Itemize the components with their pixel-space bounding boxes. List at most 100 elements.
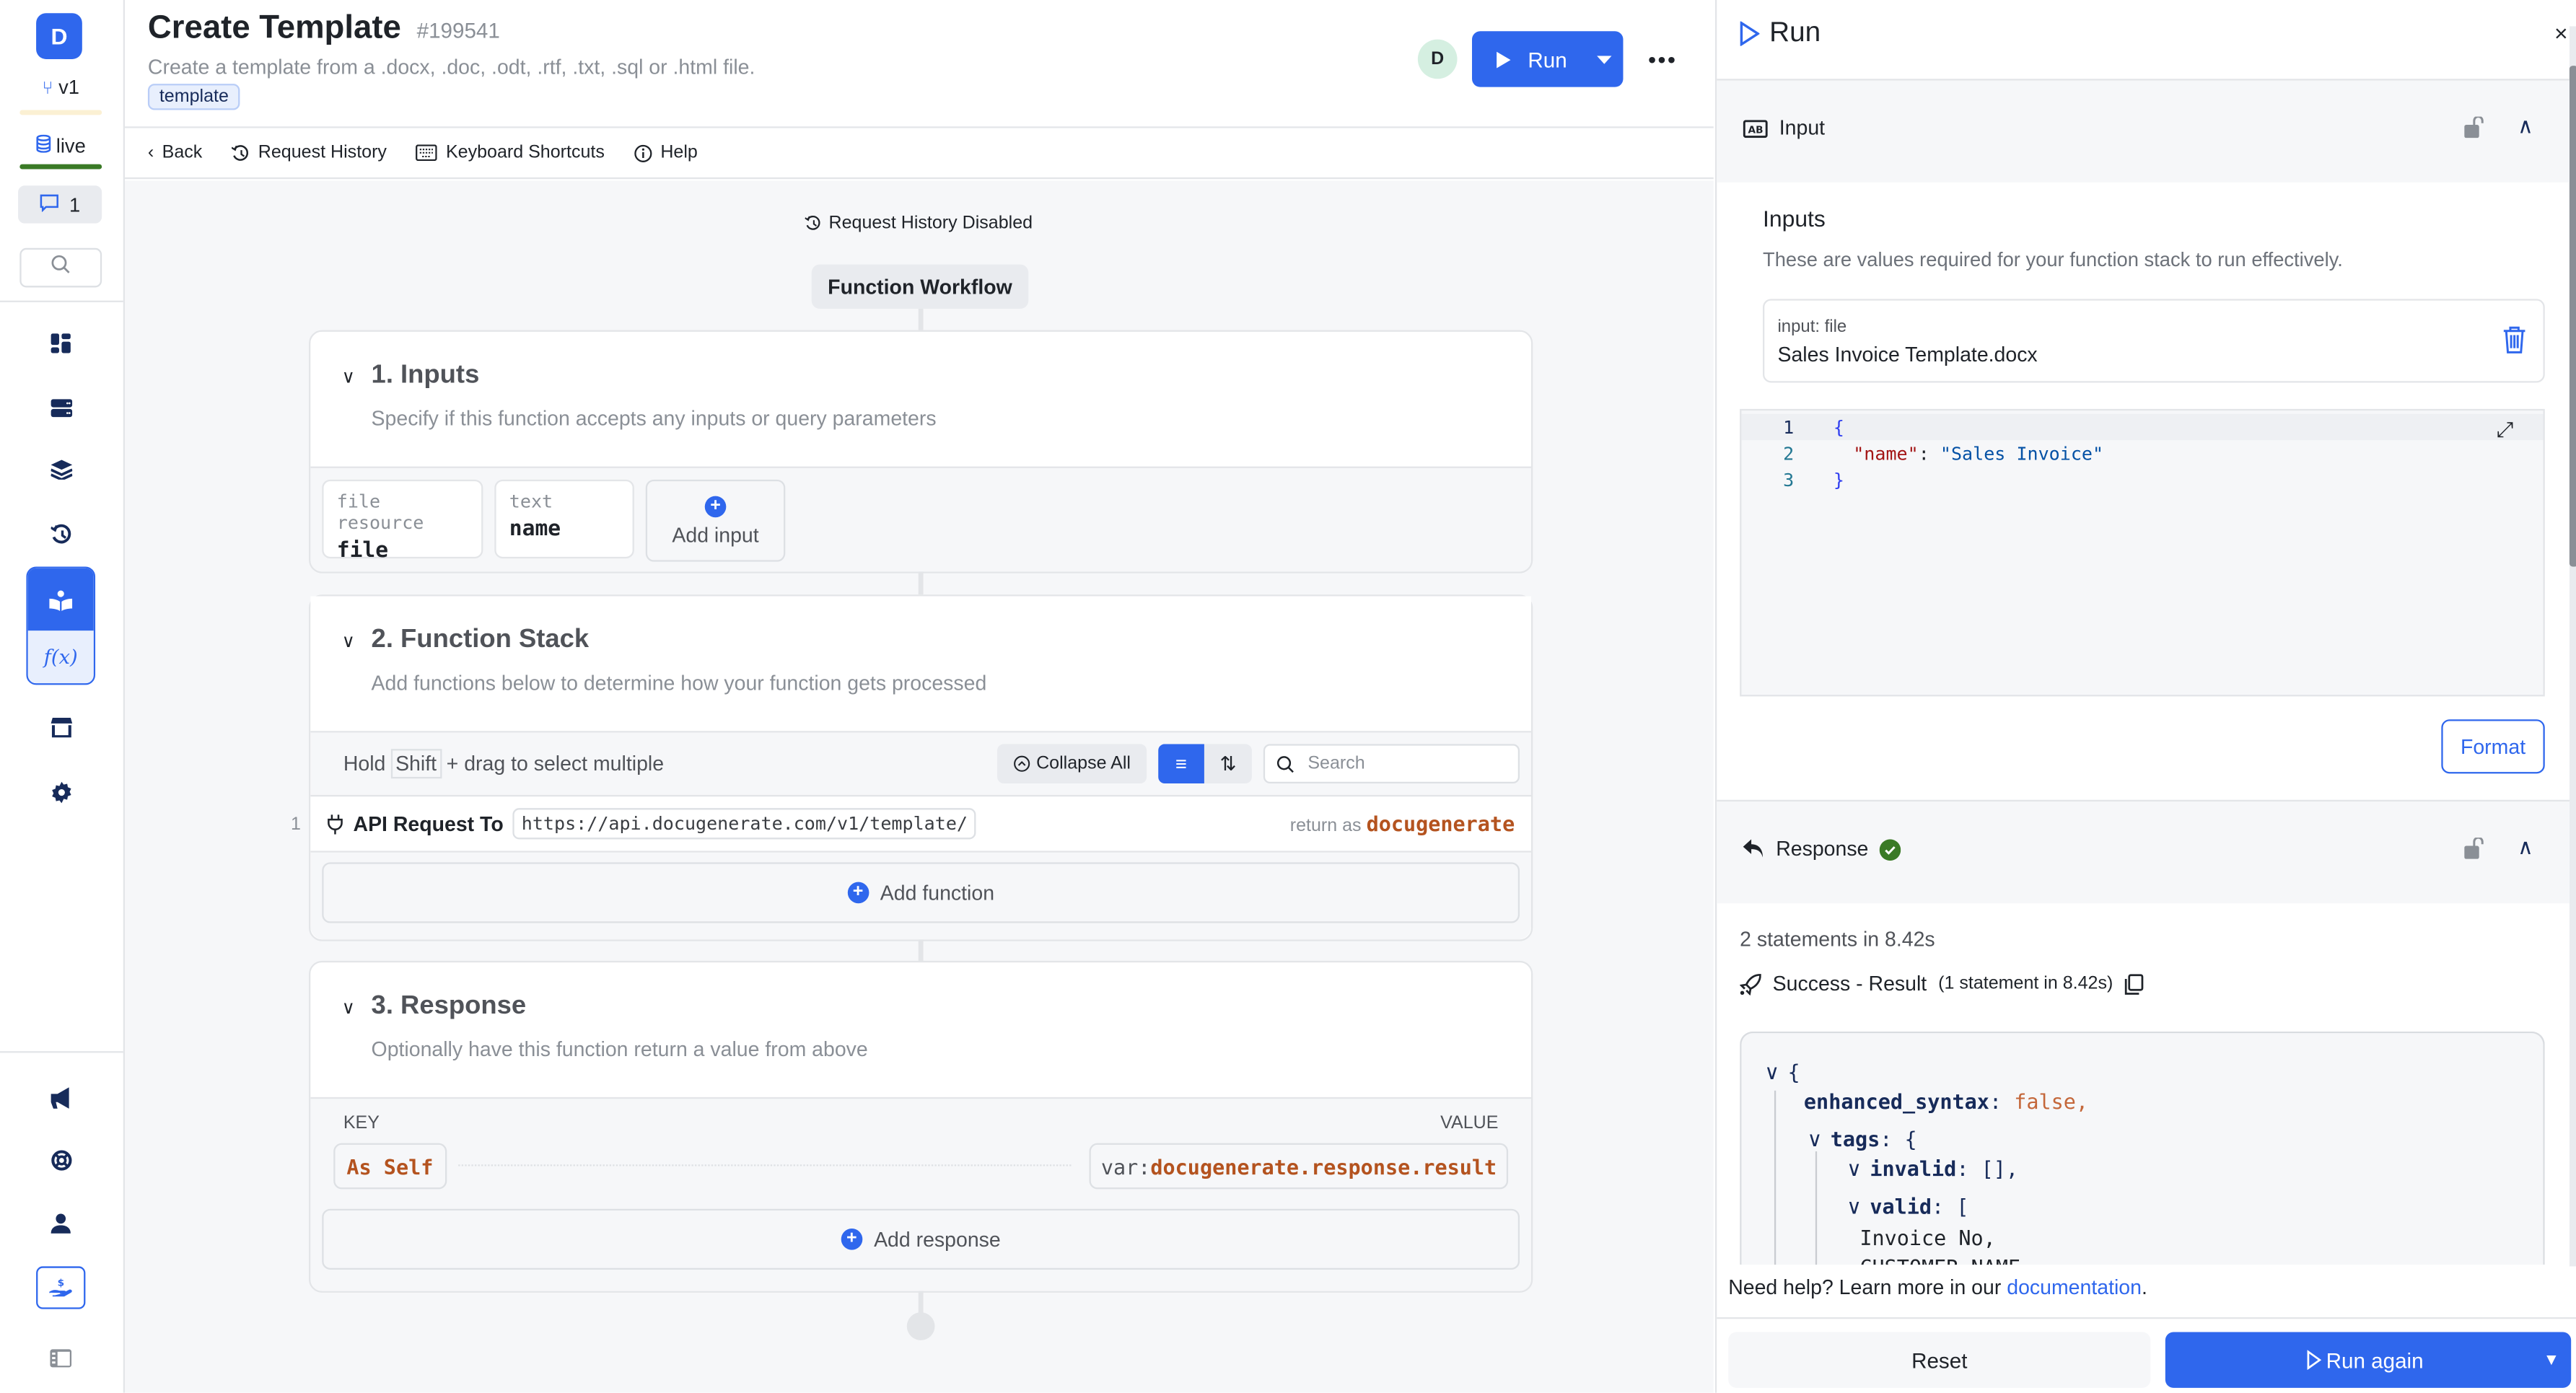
file-input-field[interactable]: input: file Sales Invoice Template.docx xyxy=(1763,299,2545,383)
keyboard-shortcuts-button[interactable]: Keyboard Shortcuts xyxy=(416,143,605,162)
numbered-list-icon[interactable]: ⇅ xyxy=(1204,744,1252,783)
library-icon[interactable] xyxy=(27,568,94,631)
response-value[interactable]: var: docugenerate.response.result xyxy=(1089,1143,1509,1190)
database-icon xyxy=(36,134,56,158)
chevron-down-icon[interactable]: ∨ xyxy=(342,366,355,387)
function-stack-section-header[interactable]: ∨ 2. Function Stack Add functions below … xyxy=(310,596,1531,731)
panel-toggle-icon[interactable] xyxy=(43,1340,79,1376)
unlock-icon[interactable] xyxy=(2464,116,2484,139)
support-icon[interactable] xyxy=(43,1141,79,1177)
chevron-down-icon[interactable]: ∨ xyxy=(1846,1158,1862,1181)
plug-icon xyxy=(328,814,343,834)
copy-icon[interactable] xyxy=(2124,973,2144,995)
run-again-main[interactable]: Run again xyxy=(2165,1348,2532,1372)
user-avatar[interactable]: D xyxy=(1417,39,1458,79)
keyboard-shortcuts-label: Keyboard Shortcuts xyxy=(445,143,605,163)
inputs-section-header[interactable]: ∨ 1. Inputs Specify if this function acc… xyxy=(310,331,1531,467)
search-icon xyxy=(1276,755,1294,773)
page-description: Create a template from a .docx, .doc, .o… xyxy=(147,56,755,79)
response-row[interactable]: As Self var: docugenerate.response.resul… xyxy=(310,1143,1531,1209)
chevron-down-icon[interactable]: ∨ xyxy=(1846,1196,1862,1219)
environment-selector[interactable]: live xyxy=(19,134,102,158)
branch-selector[interactable]: ⑂ v1 xyxy=(19,76,102,99)
json-editor[interactable]: 1 { 2 "name": "Sales Invoice" 3 } ⤢ xyxy=(1740,408,2545,697)
documentation-link[interactable]: documentation xyxy=(2007,1276,2142,1299)
result-line: enhanced_syntax: false, xyxy=(1803,1089,2089,1114)
run-button-main[interactable]: Run xyxy=(1472,31,1584,87)
chevron-down-icon[interactable]: ∨ xyxy=(1807,1128,1822,1151)
expand-icon[interactable]: ⤢ xyxy=(2497,419,2514,444)
layers-icon[interactable] xyxy=(43,452,79,488)
function-search-input[interactable]: Search xyxy=(1263,744,1520,784)
collapse-all-button[interactable]: Collapse All xyxy=(997,744,1147,784)
response-section-header[interactable]: ∨ 3. Response Optionally have this funct… xyxy=(310,962,1531,1097)
result-json-viewer[interactable]: ∨{ enhanced_syntax: false, ∨ tags: { ∨ inv… xyxy=(1740,1031,2545,1265)
workflow-connector xyxy=(918,1291,924,1314)
run-button[interactable]: Run xyxy=(1472,31,1624,87)
trash-icon[interactable] xyxy=(2502,325,2527,355)
comments-button[interactable]: 1 xyxy=(18,185,102,224)
branch-indicator xyxy=(19,110,102,115)
reset-button[interactable]: Reset xyxy=(1728,1332,2151,1388)
list-view-icon[interactable]: ≡ xyxy=(1158,744,1204,784)
response-section-label: Response xyxy=(1776,838,1869,861)
input-chip[interactable]: file resource file xyxy=(322,479,483,563)
run-again-dropdown[interactable]: ▼ xyxy=(2532,1351,2572,1369)
result-line: Invoice No, xyxy=(1859,1225,1996,1250)
result-header: Success - Result (1 statement in 8.42s) xyxy=(1740,972,2144,996)
add-response-button[interactable]: + Add response xyxy=(322,1208,1520,1270)
view-mode-toggle: ≡ ⇅ xyxy=(1158,744,1252,784)
billing-icon[interactable]: $ xyxy=(36,1266,86,1309)
function-icon[interactable]: f(x) xyxy=(27,630,94,684)
function-id: #199541 xyxy=(416,18,500,43)
play-outline-icon xyxy=(2307,1350,2321,1370)
account-icon[interactable] xyxy=(43,1205,79,1242)
page-header: Create Template #199541 Create a templat… xyxy=(125,0,1714,128)
chevron-down-icon[interactable]: ∨ xyxy=(342,630,355,652)
request-history-button[interactable]: Request History xyxy=(232,143,387,162)
dashboard-icon[interactable] xyxy=(43,325,79,361)
database-nav-icon[interactable] xyxy=(43,390,79,426)
marketplace-icon[interactable] xyxy=(43,710,79,746)
chevron-up-icon[interactable]: ∧ xyxy=(2518,113,2533,139)
chevron-up-icon[interactable]: ∧ xyxy=(2518,835,2533,861)
tree-guide xyxy=(1774,1090,1777,1265)
chevron-down-icon[interactable]: ∨ xyxy=(342,997,355,1018)
run-options-dropdown[interactable] xyxy=(1584,31,1624,87)
run-panel-footer: Reset Run again ▼ xyxy=(1717,1317,2576,1393)
settings-icon[interactable] xyxy=(43,773,79,809)
run-button-label: Run xyxy=(1528,46,1567,72)
unlock-icon[interactable] xyxy=(2464,838,2484,859)
response-row-connector xyxy=(458,1164,1072,1166)
input-chip[interactable]: text name xyxy=(494,479,634,559)
run-panel: Run × AB Input ∧ Inputs These are values… xyxy=(1714,0,2576,1393)
close-icon[interactable]: × xyxy=(2554,19,2568,45)
plus-circle-icon: + xyxy=(841,1229,863,1250)
input-section-header[interactable]: AB Input ∧ xyxy=(1717,79,2570,183)
workspace-logo[interactable]: D xyxy=(36,13,82,59)
result-line: ∨{ xyxy=(1764,1059,1800,1084)
help-label: Help xyxy=(660,143,698,163)
history-icon[interactable] xyxy=(43,516,79,552)
add-function-button[interactable]: + Add function xyxy=(322,862,1520,923)
page-toolbar: ‹ Back Request History Keyboard Shortcut… xyxy=(125,128,1714,180)
add-input-button[interactable]: + Add input xyxy=(645,479,786,562)
format-button[interactable]: Format xyxy=(2441,719,2545,774)
function-row[interactable]: 1 API Request To https://api.docugenerat… xyxy=(291,794,1531,853)
tag-badge[interactable]: template xyxy=(147,84,240,110)
result-line: CUSTOMER_NAME, xyxy=(1859,1254,2033,1265)
sidebar-search-button[interactable] xyxy=(19,247,102,288)
run-panel-scrollbar[interactable] xyxy=(2569,26,2576,1267)
return-prefix: return as xyxy=(1289,816,1362,836)
back-button[interactable]: ‹ Back xyxy=(148,143,202,162)
response-key[interactable]: As Self xyxy=(333,1143,447,1190)
response-section-header[interactable]: Response ∧ xyxy=(1717,799,2570,904)
input-type: text xyxy=(509,491,553,513)
more-options-button[interactable]: ••• xyxy=(1646,43,1679,76)
help-button[interactable]: Help xyxy=(634,143,698,162)
run-again-button[interactable]: Run again ▼ xyxy=(2165,1332,2572,1388)
announcements-icon[interactable] xyxy=(43,1079,79,1115)
chevron-down-icon[interactable]: ∨ xyxy=(1764,1061,1779,1084)
workflow-canvas: Request History Disabled Function Workfl… xyxy=(125,180,1714,1393)
chevron-left-icon: ‹ xyxy=(147,143,154,163)
